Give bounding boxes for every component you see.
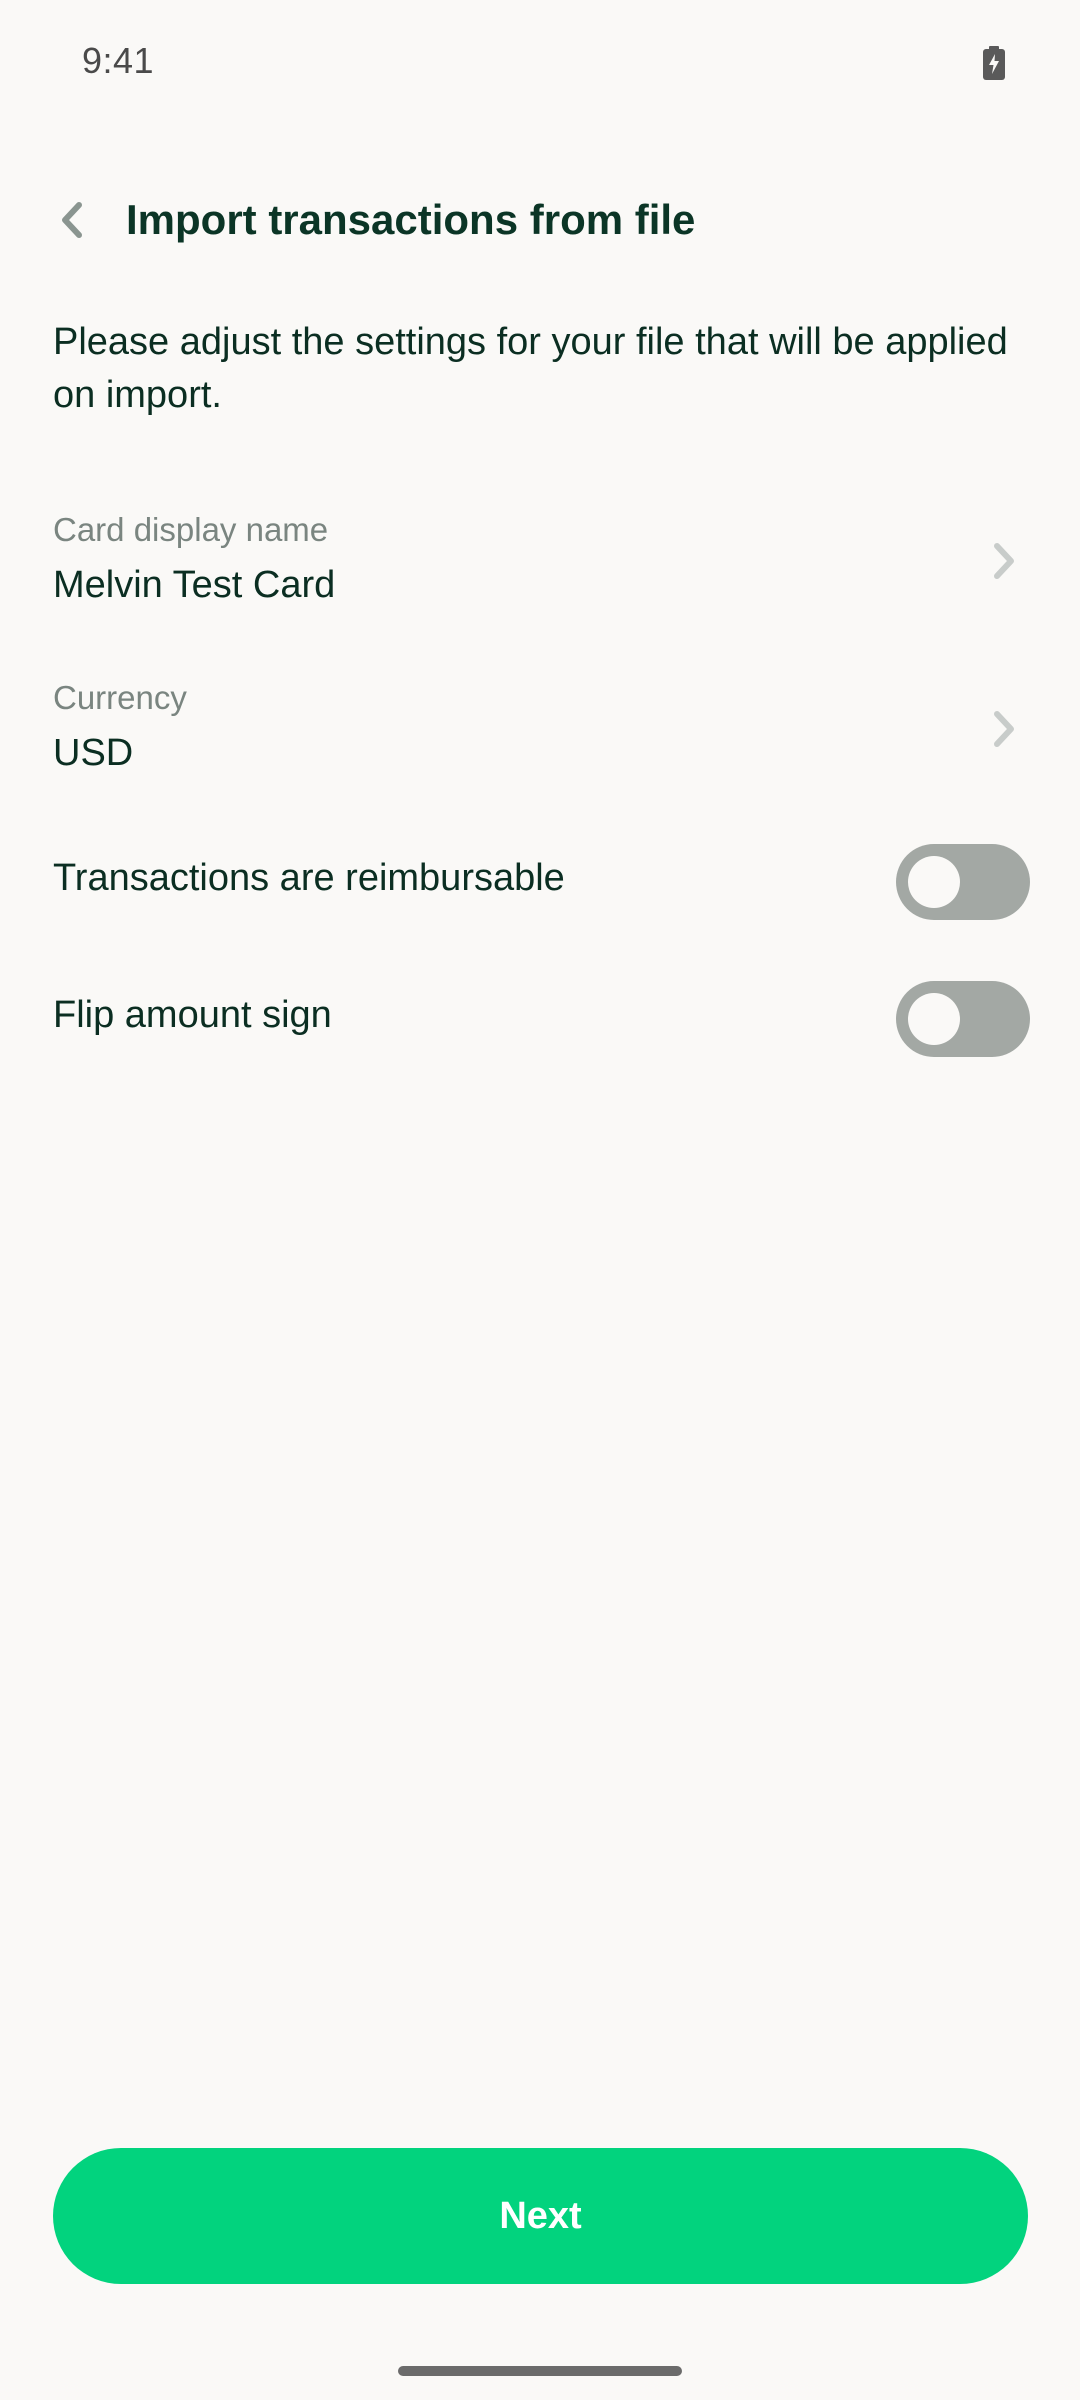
- toggle-knob: [908, 856, 960, 908]
- currency-value: USD: [53, 732, 134, 774]
- currency-row[interactable]: Currency USD: [0, 668, 1080, 798]
- card-display-name-value: Melvin Test Card: [53, 564, 336, 606]
- status-bar: 9:41: [0, 0, 1080, 128]
- page-title: Import transactions from file: [126, 196, 696, 243]
- card-display-name-row[interactable]: Card display name Melvin Test Card: [0, 500, 1080, 630]
- status-time: 9:41: [82, 40, 155, 81]
- reimbursable-row: Transactions are reimbursable: [0, 842, 1080, 922]
- next-button[interactable]: Next: [53, 2148, 1028, 2284]
- reimbursable-label: Transactions are reimbursable: [53, 857, 565, 899]
- home-indicator[interactable]: [398, 2366, 682, 2376]
- back-button[interactable]: [40, 190, 104, 254]
- reimbursable-toggle[interactable]: [896, 844, 1030, 920]
- flip-amount-sign-row: Flip amount sign: [0, 979, 1080, 1059]
- screen: 9:41 Import transactions from file Pleas…: [0, 0, 1080, 2400]
- flip-amount-sign-label: Flip amount sign: [53, 994, 332, 1036]
- intro-text: Please adjust the settings for your file…: [53, 321, 1008, 416]
- currency-label: Currency: [53, 679, 187, 716]
- flip-amount-sign-toggle[interactable]: [896, 981, 1030, 1057]
- chevron-left-icon: [57, 200, 87, 245]
- chevron-right-icon: [980, 705, 1028, 753]
- battery-charging-icon: [983, 46, 1005, 80]
- card-display-name-label: Card display name: [53, 511, 329, 548]
- chevron-right-icon: [980, 537, 1028, 585]
- toggle-knob: [908, 993, 960, 1045]
